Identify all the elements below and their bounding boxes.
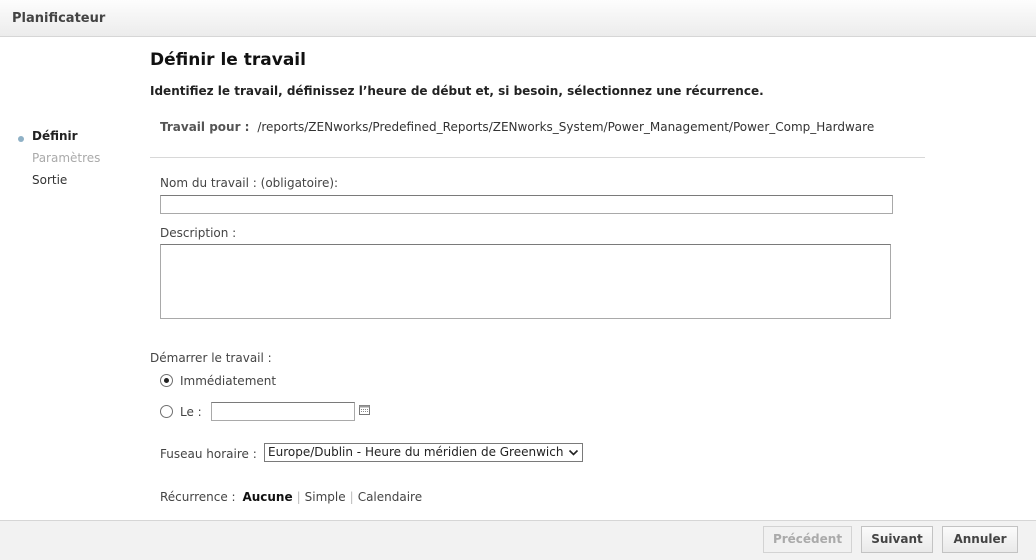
- page-title: Définir le travail: [150, 50, 306, 70]
- calendar-icon[interactable]: [359, 405, 370, 415]
- separator: |: [349, 490, 354, 504]
- divider: [150, 157, 925, 158]
- start-on-label[interactable]: Le :: [180, 405, 202, 419]
- job-name-input[interactable]: [160, 195, 893, 214]
- job-for-line: Travail pour : /reports/ZENworks/Predefi…: [160, 120, 874, 134]
- separator: |: [296, 490, 301, 504]
- start-date-input[interactable]: [211, 402, 355, 421]
- timezone-selected-value: Europe/Dublin - Heure du méridien de Gre…: [268, 445, 564, 459]
- job-name-label: Nom du travail : (obligatoire):: [160, 176, 339, 190]
- active-step-bullet: [18, 136, 24, 142]
- start-immediate-radio[interactable]: [160, 374, 173, 387]
- next-button[interactable]: Suivant: [861, 526, 933, 553]
- instructions-text: Identifiez le travail, définissez l’heur…: [150, 84, 764, 98]
- window-title: Planificateur: [12, 11, 106, 26]
- description-label: Description :: [160, 226, 237, 240]
- title-bar: Planificateur: [0, 0, 1036, 37]
- timezone-select[interactable]: Europe/Dublin - Heure du méridien de Gre…: [264, 443, 583, 462]
- start-on-radio[interactable]: [160, 405, 173, 418]
- recurrence-label: Récurrence :: [160, 490, 236, 504]
- job-for-path: /reports/ZENworks/Predefined_Reports/ZEN…: [257, 120, 875, 134]
- start-job-label: Démarrer le travail :: [150, 351, 272, 365]
- step-definir[interactable]: Définir: [32, 129, 78, 143]
- step-parametres: Paramètres: [32, 151, 101, 165]
- step-sortie[interactable]: Sortie: [32, 173, 67, 187]
- recurrence-option-aucune[interactable]: Aucune: [242, 490, 292, 504]
- timezone-label: Fuseau horaire :: [160, 447, 257, 461]
- cancel-button[interactable]: Annuler: [942, 526, 1018, 553]
- recurrence-row: Récurrence : Aucune | Simple | Calendaire: [160, 490, 422, 504]
- job-for-label: Travail pour :: [160, 120, 250, 134]
- description-textarea[interactable]: [160, 244, 891, 319]
- chevron-down-icon: [568, 449, 579, 456]
- recurrence-option-calendaire[interactable]: Calendaire: [358, 490, 422, 504]
- start-immediate-label[interactable]: Immédiatement: [180, 374, 276, 388]
- previous-button: Précédent: [763, 526, 852, 553]
- recurrence-option-simple[interactable]: Simple: [305, 490, 346, 504]
